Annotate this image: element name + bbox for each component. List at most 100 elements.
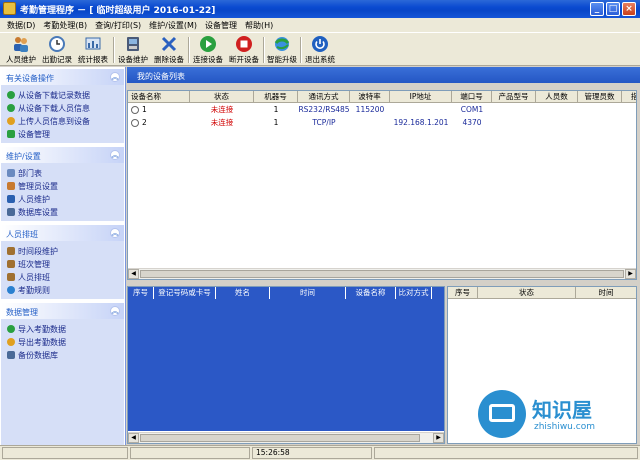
connect-icon	[200, 36, 216, 52]
toolbar: 人员维护 出勤记录 统计报表 设备维护 删除设备 连接设备 断开设备 智能升级 …	[0, 32, 640, 66]
status-text: 未连接	[210, 118, 234, 127]
column-header[interactable]: 管理员数	[578, 91, 622, 103]
device-maintenance-button[interactable]: 设备维护	[116, 35, 150, 65]
sidebar-item-download-people[interactable]: 从设备下载人员信息	[7, 103, 90, 115]
menu-attendance[interactable]: 考勤处理(B)	[40, 18, 92, 32]
column-header[interactable]: 指	[622, 91, 636, 103]
sidebar-item-device-management[interactable]: 设备管理	[7, 129, 50, 141]
status-text: 未连接	[210, 105, 234, 114]
department-icon	[7, 169, 15, 177]
scroll-left-arrow[interactable]: ◀	[128, 269, 139, 279]
collapse-icon[interactable]: ︽	[110, 306, 120, 316]
status-table-header: 序号 状态 时间	[448, 287, 636, 299]
database-icon	[7, 208, 15, 216]
watermark-logo-icon	[478, 390, 526, 438]
section-header-data-management[interactable]: 数据管理 ︽	[1, 303, 124, 319]
download-icon	[7, 91, 15, 99]
records-table[interactable]: 序号 登记号码或卡号 姓名 时间 设备名称 比对方式 ◀ ▶	[127, 286, 445, 444]
sidebar-item-admin-settings[interactable]: 管理员设置	[7, 181, 58, 193]
column-header[interactable]: 设备名称	[346, 287, 396, 299]
device-table-hscrollbar[interactable]: ◀ ▶	[128, 268, 636, 279]
upgrade-icon	[274, 37, 290, 51]
connect-device-button[interactable]: 连接设备	[191, 35, 225, 65]
column-header[interactable]: 通讯方式	[298, 91, 350, 103]
scrollbar-thumb[interactable]	[140, 270, 624, 278]
clock-icon	[49, 36, 65, 52]
delete-device-button[interactable]: 删除设备	[152, 35, 186, 65]
section-header-scheduling[interactable]: 人员排班 ︽	[1, 225, 124, 241]
column-header[interactable]: 设备名称	[128, 91, 190, 103]
column-header[interactable]: 序号	[128, 287, 154, 299]
column-header[interactable]: 状态	[478, 287, 576, 299]
maximize-button[interactable]: □	[606, 2, 620, 16]
status-panel	[2, 447, 128, 459]
app-icon	[3, 2, 16, 15]
scroll-left-arrow[interactable]: ◀	[128, 433, 139, 443]
menu-data[interactable]: 数据(D)	[4, 18, 40, 32]
scrollbar-thumb[interactable]	[140, 434, 420, 442]
menu-maintenance[interactable]: 维护/设置(M)	[146, 18, 202, 32]
status-bar: 15:26:58	[0, 445, 640, 460]
column-header[interactable]: 时间	[576, 287, 636, 299]
records-table-body[interactable]	[128, 299, 444, 431]
collapse-icon[interactable]: ︽	[110, 150, 120, 160]
sidebar-item-upload-people[interactable]: 上传人员信息到设备	[7, 116, 90, 128]
sidebar-item-export-data[interactable]: 导出考勤数据	[7, 337, 66, 349]
column-header[interactable]: IP地址	[390, 91, 452, 103]
column-header[interactable]: 机器号	[254, 91, 298, 103]
sidebar-item-departments[interactable]: 部门表	[7, 168, 42, 180]
people-maintenance-button[interactable]: 人员维护	[4, 35, 38, 65]
export-icon	[7, 338, 15, 346]
device-list-title: 我的设备列表	[127, 67, 640, 83]
scroll-right-arrow[interactable]: ▶	[625, 269, 636, 279]
column-header[interactable]: 比对方式	[396, 287, 432, 299]
collapse-icon[interactable]: ︽	[110, 228, 120, 238]
sidebar-item-people-scheduling[interactable]: 人员排班	[7, 272, 50, 284]
column-header[interactable]: 状态	[190, 91, 254, 103]
column-header[interactable]: 人员数	[536, 91, 578, 103]
exit-system-button[interactable]: 退出系统	[303, 35, 337, 65]
sidebar-item-database-settings[interactable]: 数据库设置	[7, 207, 58, 219]
column-header[interactable]: 登记号码或卡号	[154, 287, 216, 299]
device-icon	[131, 106, 139, 114]
table-row[interactable]: 2 未连接 1 TCP/IP 192.168.1.201 4370	[128, 117, 636, 129]
device-table[interactable]: 设备名称 状态 机器号 通讯方式 波特率 IP地址 端口号 产品型号 人员数 管…	[127, 90, 637, 280]
menu-device[interactable]: 设备管理	[202, 18, 242, 32]
collapse-icon[interactable]: ︽	[110, 72, 120, 82]
minimize-button[interactable]: _	[590, 2, 604, 16]
table-row[interactable]: 1 未连接 1 RS232/RS485 115200 COM1	[128, 104, 636, 116]
close-button[interactable]: ×	[622, 2, 636, 16]
menu-help[interactable]: 帮助(H)	[242, 18, 278, 32]
upload-icon	[7, 117, 15, 125]
scroll-right-arrow[interactable]: ▶	[433, 433, 444, 443]
column-header[interactable]: 端口号	[452, 91, 492, 103]
column-header[interactable]: 序号	[448, 287, 478, 299]
sidebar-item-backup-database[interactable]: 备份数据库	[7, 350, 58, 362]
sidebar-item-people-maintenance[interactable]: 人员维护	[7, 194, 50, 206]
smart-upgrade-button[interactable]: 智能升级	[265, 35, 299, 65]
sidebar-item-time-periods[interactable]: 时间段维护	[7, 246, 58, 258]
toolbar-separator	[300, 37, 302, 63]
power-icon	[312, 36, 328, 52]
column-header[interactable]: 姓名	[216, 287, 270, 299]
disconnect-device-button[interactable]: 断开设备	[227, 35, 261, 65]
sidebar-item-import-data[interactable]: 导入考勤数据	[7, 324, 66, 336]
sidebar-item-shift-management[interactable]: 班次管理	[7, 259, 50, 271]
column-header[interactable]: 波特率	[350, 91, 390, 103]
section-body-data-management: 导入考勤数据 导出考勤数据 备份数据库	[1, 319, 124, 445]
import-icon	[7, 325, 15, 333]
calendar-icon	[7, 247, 15, 255]
section-header-device-ops[interactable]: 有关设备操作 ︽	[1, 69, 124, 85]
statistics-report-button[interactable]: 统计报表	[76, 35, 110, 65]
menu-query-print[interactable]: 查询/打印(S)	[92, 18, 146, 32]
toolbar-separator	[113, 37, 115, 63]
column-header[interactable]: 时间	[270, 287, 346, 299]
sidebar-item-attendance-rules[interactable]: 考勤规则	[7, 285, 50, 297]
watermark-name: 知识屋	[532, 398, 592, 422]
section-header-maintenance[interactable]: 维护/设置 ︽	[1, 147, 124, 163]
attendance-record-button[interactable]: 出勤记录	[40, 35, 74, 65]
column-header[interactable]: 产品型号	[492, 91, 536, 103]
sidebar-item-download-records[interactable]: 从设备下载记录数据	[7, 90, 90, 102]
records-table-hscrollbar[interactable]: ◀ ▶	[128, 432, 444, 443]
section-body-device-ops: 从设备下载记录数据 从设备下载人员信息 上传人员信息到设备 设备管理	[1, 85, 124, 143]
